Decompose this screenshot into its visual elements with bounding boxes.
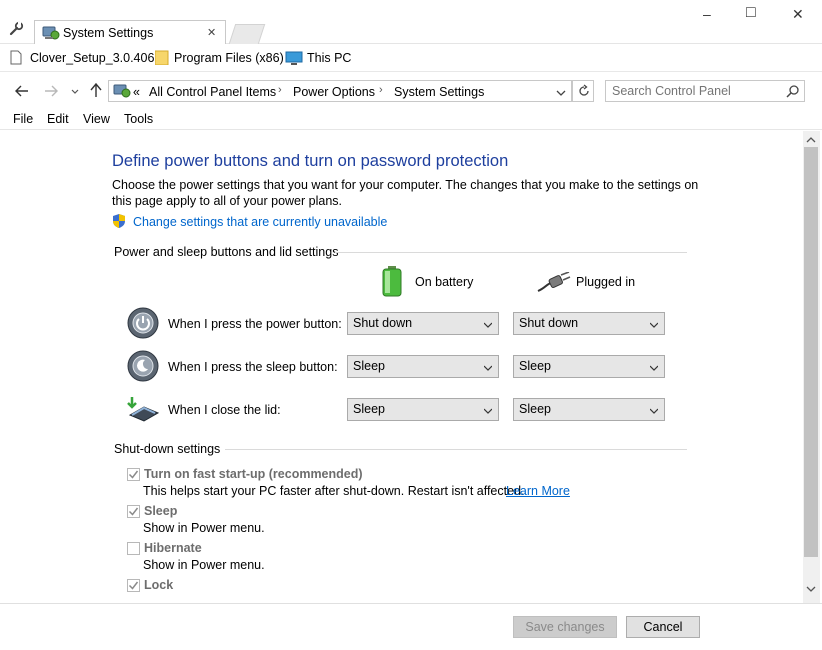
sleep-button-battery-select[interactable]: Sleep bbox=[347, 355, 499, 378]
power-plug-icon bbox=[537, 271, 571, 292]
sleep-option-description: Show in Power menu. bbox=[143, 521, 265, 535]
sleep-button-label: When I press the sleep button: bbox=[168, 360, 338, 374]
section-divider bbox=[335, 252, 687, 253]
page-title: Define power buttons and turn on passwor… bbox=[112, 152, 509, 170]
chevron-down-icon bbox=[483, 361, 493, 371]
refresh-button[interactable] bbox=[572, 80, 594, 102]
hibernate-option-description: Show in Power menu. bbox=[143, 558, 265, 572]
uac-shield-icon bbox=[112, 213, 126, 229]
maximize-button[interactable]: □ bbox=[746, 4, 756, 22]
tab-title: System Settings bbox=[63, 26, 154, 40]
select-value: Shut down bbox=[353, 316, 413, 330]
laptop-lid-icon bbox=[126, 393, 160, 423]
menu-edit[interactable]: Edit bbox=[47, 112, 69, 126]
chevron-down-icon bbox=[649, 361, 659, 371]
menu-view[interactable]: View bbox=[83, 112, 110, 126]
file-icon bbox=[10, 50, 22, 65]
breadcrumb-prefix[interactable]: « bbox=[133, 85, 140, 99]
address-bar[interactable]: « All Control Panel Items › Power Option… bbox=[108, 80, 572, 102]
hibernate-option-label: Hibernate bbox=[144, 541, 202, 555]
section-divider bbox=[225, 449, 687, 450]
breadcrumb-power-options[interactable]: Power Options bbox=[293, 85, 375, 99]
fast-startup-checkbox[interactable] bbox=[127, 468, 140, 481]
select-value: Sleep bbox=[519, 359, 551, 373]
cancel-button[interactable]: Cancel bbox=[626, 616, 700, 638]
breadcrumb-all-control-panel-items[interactable]: All Control Panel Items bbox=[149, 85, 276, 99]
breadcrumb-separator[interactable]: › bbox=[278, 84, 282, 96]
menu-bar: File Edit View Tools bbox=[0, 108, 822, 130]
chevron-down-icon bbox=[649, 404, 659, 414]
sleep-button-icon bbox=[127, 350, 159, 382]
chevron-down-icon bbox=[649, 318, 659, 328]
minimize-button[interactable]: – bbox=[703, 6, 711, 22]
wrench-icon[interactable] bbox=[8, 21, 24, 37]
search-input[interactable] bbox=[610, 83, 780, 99]
close-button[interactable]: ✕ bbox=[792, 6, 804, 23]
chevron-down-icon bbox=[483, 318, 493, 328]
search-box[interactable] bbox=[605, 80, 805, 102]
sleep-button-plugged-select[interactable]: Sleep bbox=[513, 355, 665, 378]
battery-icon bbox=[381, 265, 403, 297]
close-lid-plugged-select[interactable]: Sleep bbox=[513, 398, 665, 421]
recent-locations-icon[interactable] bbox=[70, 86, 80, 96]
select-value: Sleep bbox=[519, 402, 551, 416]
control-panel-icon bbox=[113, 83, 131, 99]
breadcrumb-separator[interactable]: › bbox=[379, 84, 383, 96]
forward-arrow-icon[interactable] bbox=[43, 83, 59, 99]
control-panel-icon bbox=[42, 25, 60, 41]
breadcrumb-system-settings[interactable]: System Settings bbox=[394, 85, 484, 99]
fast-startup-description: This helps start your PC faster after sh… bbox=[143, 484, 525, 498]
menu-tools[interactable]: Tools bbox=[124, 112, 153, 126]
lock-option-label: Lock bbox=[144, 578, 174, 592]
power-section-heading: Power and sleep buttons and lid settings bbox=[114, 245, 339, 259]
power-button-plugged-select[interactable]: Shut down bbox=[513, 312, 665, 335]
select-value: Sleep bbox=[353, 359, 385, 373]
lock-checkbox[interactable] bbox=[127, 579, 140, 592]
power-button-icon bbox=[127, 307, 159, 339]
save-changes-button[interactable]: Save changes bbox=[513, 616, 617, 638]
column-on-battery: On battery bbox=[415, 275, 474, 289]
favorite-label: This PC bbox=[307, 51, 352, 65]
content-pane: Define power buttons and turn on passwor… bbox=[3, 131, 803, 603]
fast-startup-label: Turn on fast start-up (recommended) bbox=[144, 467, 363, 481]
search-icon[interactable] bbox=[786, 84, 800, 98]
scrollbar-thumb[interactable] bbox=[804, 147, 818, 557]
select-value: Sleep bbox=[353, 402, 385, 416]
computer-icon bbox=[285, 51, 303, 66]
power-button-battery-select[interactable]: Shut down bbox=[347, 312, 499, 335]
learn-more-link[interactable]: Learn More bbox=[506, 484, 570, 498]
select-value: Shut down bbox=[519, 316, 579, 330]
chevron-down-icon bbox=[483, 404, 493, 414]
favorites-bar: Clover_Setup_3.0.406 Program Files (x86)… bbox=[0, 44, 822, 72]
back-arrow-icon[interactable] bbox=[14, 83, 30, 99]
shutdown-section-heading: Shut-down settings bbox=[114, 442, 221, 456]
refresh-icon bbox=[577, 84, 591, 98]
menu-file[interactable]: File bbox=[13, 112, 33, 126]
favorite-label: Clover_Setup_3.0.406 bbox=[30, 51, 155, 65]
hibernate-checkbox[interactable] bbox=[127, 542, 140, 555]
sleep-option-label: Sleep bbox=[144, 504, 178, 518]
close-lid-label: When I close the lid: bbox=[168, 403, 281, 417]
folder-icon bbox=[154, 50, 169, 66]
up-arrow-icon[interactable] bbox=[88, 82, 104, 98]
scroll-down-icon[interactable] bbox=[806, 583, 816, 593]
tab-close-icon[interactable]: ✕ bbox=[207, 26, 216, 39]
tab-system-settings[interactable]: System Settings ✕ bbox=[34, 20, 226, 45]
close-lid-battery-select[interactable]: Sleep bbox=[347, 398, 499, 421]
favorite-label: Program Files (x86) bbox=[174, 51, 284, 65]
column-plugged-in: Plugged in bbox=[576, 275, 636, 289]
power-button-label: When I press the power button: bbox=[168, 317, 342, 331]
scroll-up-icon[interactable] bbox=[806, 134, 816, 144]
address-dropdown-icon[interactable] bbox=[556, 87, 566, 97]
sleep-checkbox[interactable] bbox=[127, 505, 140, 518]
change-settings-link[interactable]: Change settings that are currently unava… bbox=[133, 215, 387, 229]
footer-bar: Save changes Cancel bbox=[0, 603, 822, 650]
page-description-line1: Choose the power settings that you want … bbox=[112, 178, 699, 192]
page-description-line2: this page apply to all of your power pla… bbox=[112, 194, 342, 208]
